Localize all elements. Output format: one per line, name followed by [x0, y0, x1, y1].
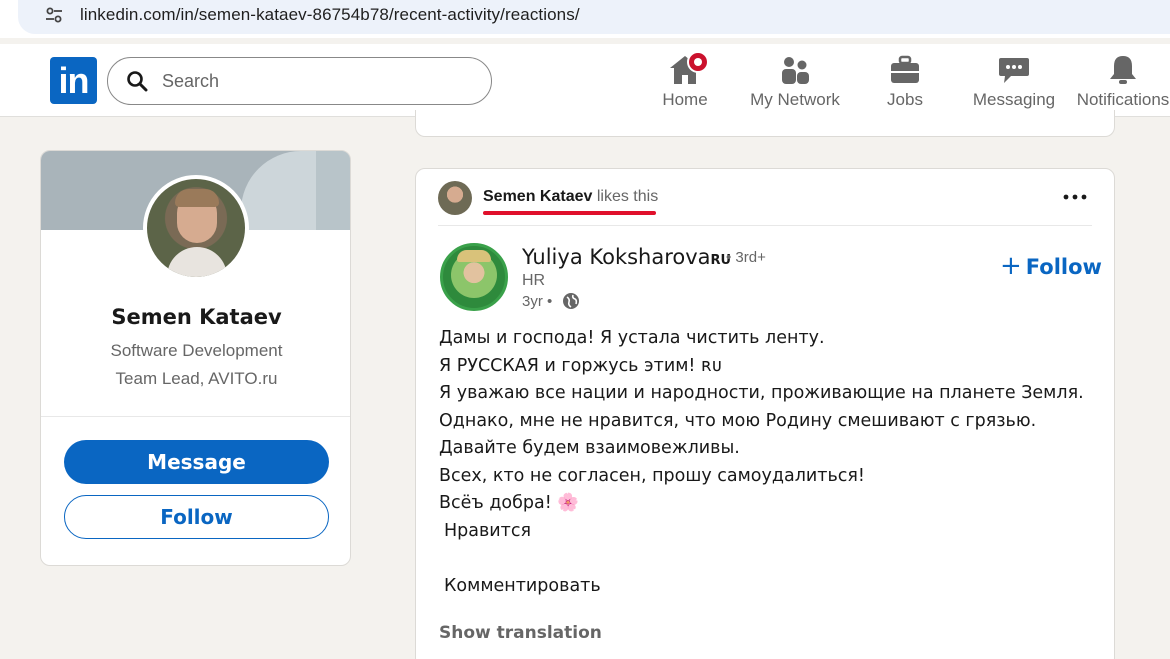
search-icon [127, 71, 148, 92]
profile-name[interactable]: Semen Kataev [41, 305, 350, 329]
post-text: Дамы и господа! Я устала чистить ленту. … [439, 325, 1089, 600]
post-line: Давайте будем взаимовежливы. [439, 438, 740, 458]
profile-headline-line1: Software Development [110, 341, 283, 360]
bell-icon [1110, 56, 1136, 84]
divider [41, 416, 350, 417]
author-follow-button[interactable]: + Follow [1000, 251, 1102, 281]
profile-avatar[interactable] [143, 175, 249, 281]
network-icon [782, 57, 809, 84]
more-options-icon[interactable] [1058, 185, 1092, 209]
post-context-header: Semen Kataev likes this [416, 169, 1116, 225]
profile-headline: Software Development Team Lead, AVITO.ru [61, 337, 332, 393]
messaging-icon [999, 58, 1029, 83]
feed-post: Semen Kataev likes this Yuliya Koksharov… [415, 168, 1115, 659]
nav-home[interactable]: Home [656, 51, 714, 114]
nav-my-network-label: My Network [750, 90, 840, 109]
profile-headline-line2: Team Lead, AVITO.ru [115, 369, 278, 388]
author-name-text: Yuliya Koksharova [522, 245, 711, 269]
nav-notifications-label: Notifications [1076, 90, 1170, 109]
globe-icon [563, 293, 579, 309]
post-line: Однако, мне не нравится, что мою Родину … [439, 410, 1037, 431]
post-timestamp: 3yr • [522, 293, 553, 310]
linkedin-logo[interactable]: in [50, 57, 97, 104]
comment-text[interactable]: Комментировать [439, 573, 1089, 601]
tune-icon[interactable] [44, 5, 64, 25]
plus-icon: + [1000, 251, 1022, 281]
briefcase-icon [891, 55, 919, 83]
post-line: Всёъ добра! 🌸 [439, 493, 580, 513]
search-input[interactable] [162, 68, 462, 94]
actor-action: likes this [596, 188, 659, 205]
nav-my-network[interactable]: My Network [748, 54, 842, 114]
author-title: HR [522, 272, 546, 289]
author-name[interactable]: Yuliya KoksharovaRU [522, 245, 731, 269]
divider [438, 225, 1092, 226]
nav-notifications[interactable]: Notifications [1076, 54, 1170, 114]
show-translation-link[interactable]: Show translation [439, 623, 602, 643]
like-text[interactable]: Нравится [439, 518, 1089, 546]
post-line: Я РУССКАЯ и горжусь этим! ʀᴜ [439, 355, 722, 376]
actor-avatar[interactable] [438, 181, 472, 215]
nav-jobs[interactable]: Jobs [876, 54, 934, 114]
nav-messaging-label: Messaging [972, 90, 1056, 109]
nav-messaging[interactable]: Messaging [972, 54, 1056, 114]
browser-url-bar: linkedin.com/in/semen-kataev-86754b78/re… [0, 0, 1170, 38]
nav-home-label: Home [662, 90, 708, 109]
notification-badge [687, 51, 709, 73]
profile-follow-button[interactable]: Follow [64, 495, 329, 539]
search-box[interactable] [107, 57, 492, 105]
address-bar[interactable]: linkedin.com/in/semen-kataev-86754b78/re… [18, 0, 1170, 34]
message-button[interactable]: Message [64, 440, 329, 484]
post-line: Я уважаю все нации и народности, прожива… [439, 383, 1084, 403]
top-nav: in Home My Network Jobs [0, 44, 1170, 117]
post-line: Дамы и господа! Я устала чистить ленту. [439, 328, 825, 348]
nav-jobs-label: Jobs [887, 90, 923, 109]
connection-degree: • 3rd+ [726, 249, 766, 266]
url-text[interactable]: linkedin.com/in/semen-kataev-86754b78/re… [80, 5, 580, 25]
previous-post-card [415, 110, 1115, 137]
author-avatar[interactable] [440, 243, 508, 311]
author-follow-label: Follow [1025, 255, 1102, 279]
post-line: Всех, кто не согласен, прошу самоудалить… [439, 465, 865, 486]
reaction-context: Semen Kataev likes this [483, 188, 658, 206]
red-underline-annotation [483, 211, 656, 215]
actor-name[interactable]: Semen Kataev [483, 188, 592, 205]
profile-card: Semen Kataev Software Development Team L… [40, 150, 351, 566]
